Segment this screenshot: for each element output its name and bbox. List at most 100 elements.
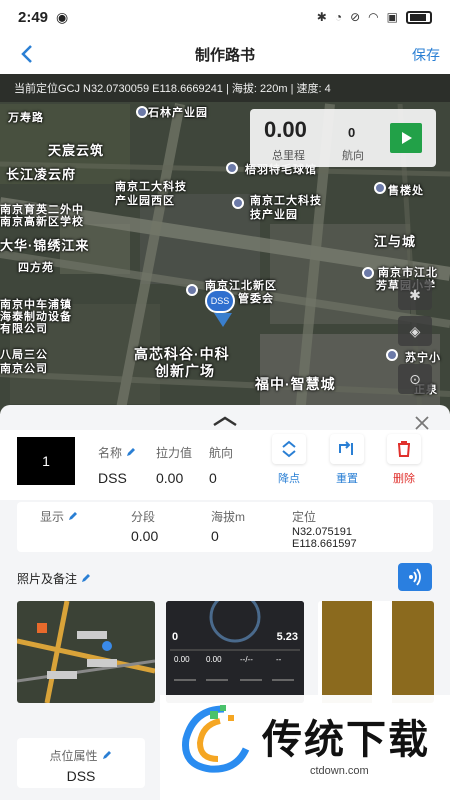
chevrons-icon bbox=[282, 440, 296, 458]
route-point-marker[interactable]: DSS bbox=[205, 289, 235, 313]
map-screenshot-image bbox=[17, 601, 155, 703]
photo-thumbnail-map[interactable] bbox=[17, 601, 155, 703]
map-label: 长江凌云府 bbox=[6, 167, 77, 182]
map-label: 有限公司 bbox=[0, 323, 48, 335]
layers-icon[interactable]: ◈ bbox=[398, 316, 432, 346]
edit-icon[interactable] bbox=[101, 749, 113, 761]
poi-icon bbox=[362, 267, 374, 279]
map-label: 技产业园 bbox=[250, 209, 298, 221]
poi-icon bbox=[386, 349, 398, 361]
dashboard-left-value: 0 bbox=[172, 631, 179, 643]
name-value: DSS bbox=[98, 470, 127, 486]
eye-icon: ◉ bbox=[56, 8, 69, 25]
sim-icon: ▣ bbox=[386, 10, 398, 24]
battery-icon bbox=[406, 10, 432, 24]
poi-icon bbox=[232, 197, 244, 209]
point-card: 1 名称 DSS 拉力值 0.00 航向 0 降点 重置 删除 bbox=[0, 430, 450, 500]
point-info-card: 显示 分段 0.00 海拔m 0 定位 N32.075191 E118.6615… bbox=[17, 502, 433, 552]
direction-arrow-icon bbox=[214, 313, 232, 327]
status-time: 2:49 bbox=[18, 8, 49, 26]
bluetooth-icon: ✱ bbox=[316, 10, 327, 24]
silent-icon: ◔ bbox=[334, 10, 343, 24]
attribute-value: DSS bbox=[66, 768, 96, 784]
pull-label: 拉力值 bbox=[156, 446, 193, 460]
delete-button[interactable]: 删除 bbox=[386, 434, 422, 490]
heading-field-label: 航向 bbox=[209, 446, 234, 460]
poi-icon bbox=[374, 182, 386, 194]
locate-icon[interactable]: ⊙ bbox=[398, 364, 432, 394]
map-label: 天宸云筑 bbox=[48, 143, 105, 158]
point-number: 1 bbox=[17, 437, 75, 485]
altitude-value: 0 bbox=[211, 528, 219, 544]
edit-icon[interactable] bbox=[80, 572, 92, 584]
wifi-icon: ◠ bbox=[368, 10, 379, 24]
map-label: 石林产业园 bbox=[148, 107, 208, 119]
status-bar: 2:49 ◉ ✱ ◔ ⊘ ◠ ▣ bbox=[0, 0, 450, 34]
watermark-text: 传统下载 bbox=[262, 717, 430, 763]
app-header: 制作路书 保存 bbox=[0, 34, 450, 74]
bluetooth-icon[interactable]: ✱ bbox=[398, 280, 432, 310]
map-label: 售楼处 bbox=[388, 185, 424, 197]
save-button[interactable]: 保存 bbox=[412, 45, 440, 65]
collapse-handle-icon[interactable] bbox=[212, 415, 238, 427]
map-label: 南京公司 bbox=[0, 363, 48, 375]
lower-point-button[interactable]: 降点 bbox=[271, 434, 307, 490]
watermark: 传统下载 ctdown.com bbox=[160, 695, 450, 800]
play-icon[interactable] bbox=[390, 123, 422, 153]
heading-value: 0 bbox=[348, 125, 356, 140]
poi-icon bbox=[226, 162, 238, 174]
photo-thumbnail-dashboard[interactable]: 0 5.23 0.00 0.00 --/-- -- bbox=[166, 601, 304, 703]
map-label: 大华·锦绣江来 bbox=[0, 238, 90, 253]
total-distance-label: 总里程 bbox=[272, 150, 305, 162]
pull-value: 0.00 bbox=[156, 470, 184, 486]
longitude-value: E118.661597 bbox=[292, 538, 357, 550]
segment-value: 0.00 bbox=[131, 528, 159, 544]
dashboard-value: 0.00 bbox=[174, 655, 190, 664]
trash-icon bbox=[398, 441, 410, 457]
reset-button[interactable]: 重置 bbox=[329, 434, 365, 490]
gold-image bbox=[318, 601, 434, 703]
total-distance-value: 0.00 bbox=[264, 117, 307, 142]
map-label: 福中·智慧城 bbox=[255, 376, 336, 392]
status-icons: ✱ ◔ ⊘ ◠ ▣ bbox=[317, 10, 432, 24]
dashboard-screenshot-image bbox=[166, 601, 304, 703]
name-field-label[interactable]: 名称 bbox=[98, 444, 137, 461]
watermark-logo-icon bbox=[182, 705, 250, 773]
map-label: 万寿路 bbox=[8, 112, 44, 124]
map-label: 四方苑 bbox=[18, 262, 54, 274]
page-title: 制作路书 bbox=[194, 46, 255, 64]
edit-icon[interactable] bbox=[67, 510, 79, 522]
dashboard-value: -- bbox=[276, 655, 282, 664]
map-view[interactable]: 当前定位GCJ N32.0730059 E118.6669241 | 海拔: 2… bbox=[0, 74, 450, 414]
heading-field-value: 0 bbox=[209, 470, 217, 486]
attribute-label: 点位属性 bbox=[17, 747, 145, 764]
mute-icon: ⊘ bbox=[350, 10, 361, 24]
heading-label: 航向 bbox=[342, 150, 364, 162]
latitude-value: N32.075191 bbox=[292, 526, 352, 538]
edit-icon[interactable] bbox=[125, 446, 137, 458]
altitude-label: 海拔m bbox=[211, 510, 245, 524]
map-label: 江与城 bbox=[374, 234, 417, 249]
position-label: 定位 bbox=[292, 510, 317, 524]
photos-notes-title[interactable]: 照片及备注 bbox=[17, 570, 92, 587]
map-label: 产业园西区 bbox=[115, 195, 175, 207]
map-label: 苏宁小 bbox=[405, 352, 441, 364]
segment-label: 分段 bbox=[131, 510, 156, 524]
map-label: 创新广场 bbox=[155, 363, 215, 379]
audio-button[interactable] bbox=[398, 563, 432, 591]
dashboard-value: 0.00 bbox=[206, 655, 222, 664]
reset-icon bbox=[339, 441, 353, 455]
poi-icon bbox=[186, 284, 198, 296]
watermark-url: ctdown.com bbox=[310, 765, 369, 777]
back-arrow-icon[interactable] bbox=[16, 40, 40, 68]
sound-wave-icon bbox=[409, 568, 421, 586]
photo-thumbnail-gold[interactable] bbox=[318, 601, 434, 703]
dashboard-right-value: 5.23 bbox=[276, 631, 298, 643]
dashboard-value: --/-- bbox=[240, 655, 253, 664]
route-stats-card: 0.00 总里程 0 航向 bbox=[250, 109, 436, 167]
display-field-label[interactable]: 显示 bbox=[40, 508, 79, 525]
location-info-bar: 当前定位GCJ N32.0730059 E118.6669241 | 海拔: 2… bbox=[0, 74, 450, 102]
point-attribute-card[interactable]: 点位属性 DSS bbox=[17, 738, 145, 788]
poi-icon bbox=[136, 106, 148, 118]
map-label: 南京高新区学校 bbox=[0, 216, 84, 228]
